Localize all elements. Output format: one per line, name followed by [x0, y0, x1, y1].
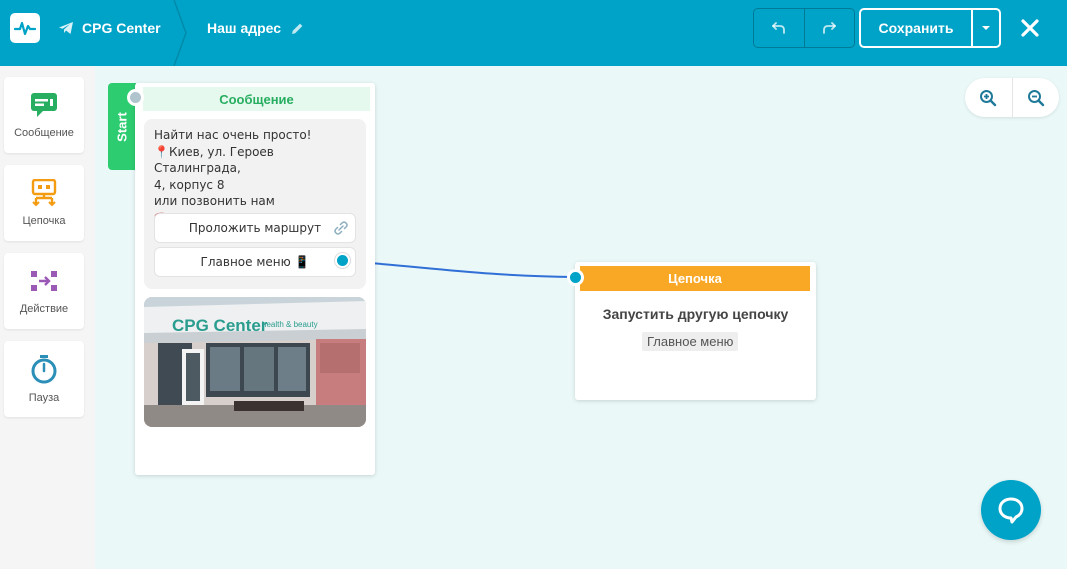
chain-node[interactable]: Цепочка Запустить другую цепочку Главное… — [575, 262, 816, 400]
message-node-header: Сообщение — [143, 87, 370, 111]
message-input-port[interactable] — [127, 89, 144, 106]
chain-input-port[interactable] — [567, 269, 584, 286]
chain-target-tag: Главное меню — [642, 332, 739, 351]
route-button-label: Проложить маршрут — [188, 221, 322, 235]
message-line: Найти нас очень просто! — [154, 128, 312, 142]
chain-node-title: Запустить другую цепочку — [602, 306, 789, 322]
button-output-port[interactable] — [335, 253, 350, 268]
start-label: Start — [114, 112, 130, 142]
message-bubble[interactable]: Найти нас очень просто! 📍Киев, ул. Герое… — [144, 119, 366, 289]
chat-icon — [998, 497, 1024, 524]
route-button[interactable]: Проложить маршрут — [154, 213, 356, 243]
message-line: или позвонить нам — [154, 194, 275, 208]
chain-node-header: Цепочка — [580, 266, 810, 291]
message-text: Найти нас очень просто! 📍Киев, ул. Герое… — [154, 127, 359, 226]
main-menu-button-label: Главное меню 📱 — [200, 255, 310, 269]
store-sign: CPG Center — [172, 316, 268, 335]
storefront-photo: CPG Center health & beauty — [144, 297, 366, 427]
link-icon — [334, 221, 348, 235]
store-sign-sub: health & beauty — [262, 320, 318, 329]
main-menu-button[interactable]: Главное меню 📱 — [154, 247, 356, 277]
message-line: 📍Киев, ул. Героев Сталинграда, — [154, 144, 274, 176]
message-line: 4, корпус 8 — [154, 177, 225, 192]
chat-button[interactable] — [981, 480, 1041, 540]
